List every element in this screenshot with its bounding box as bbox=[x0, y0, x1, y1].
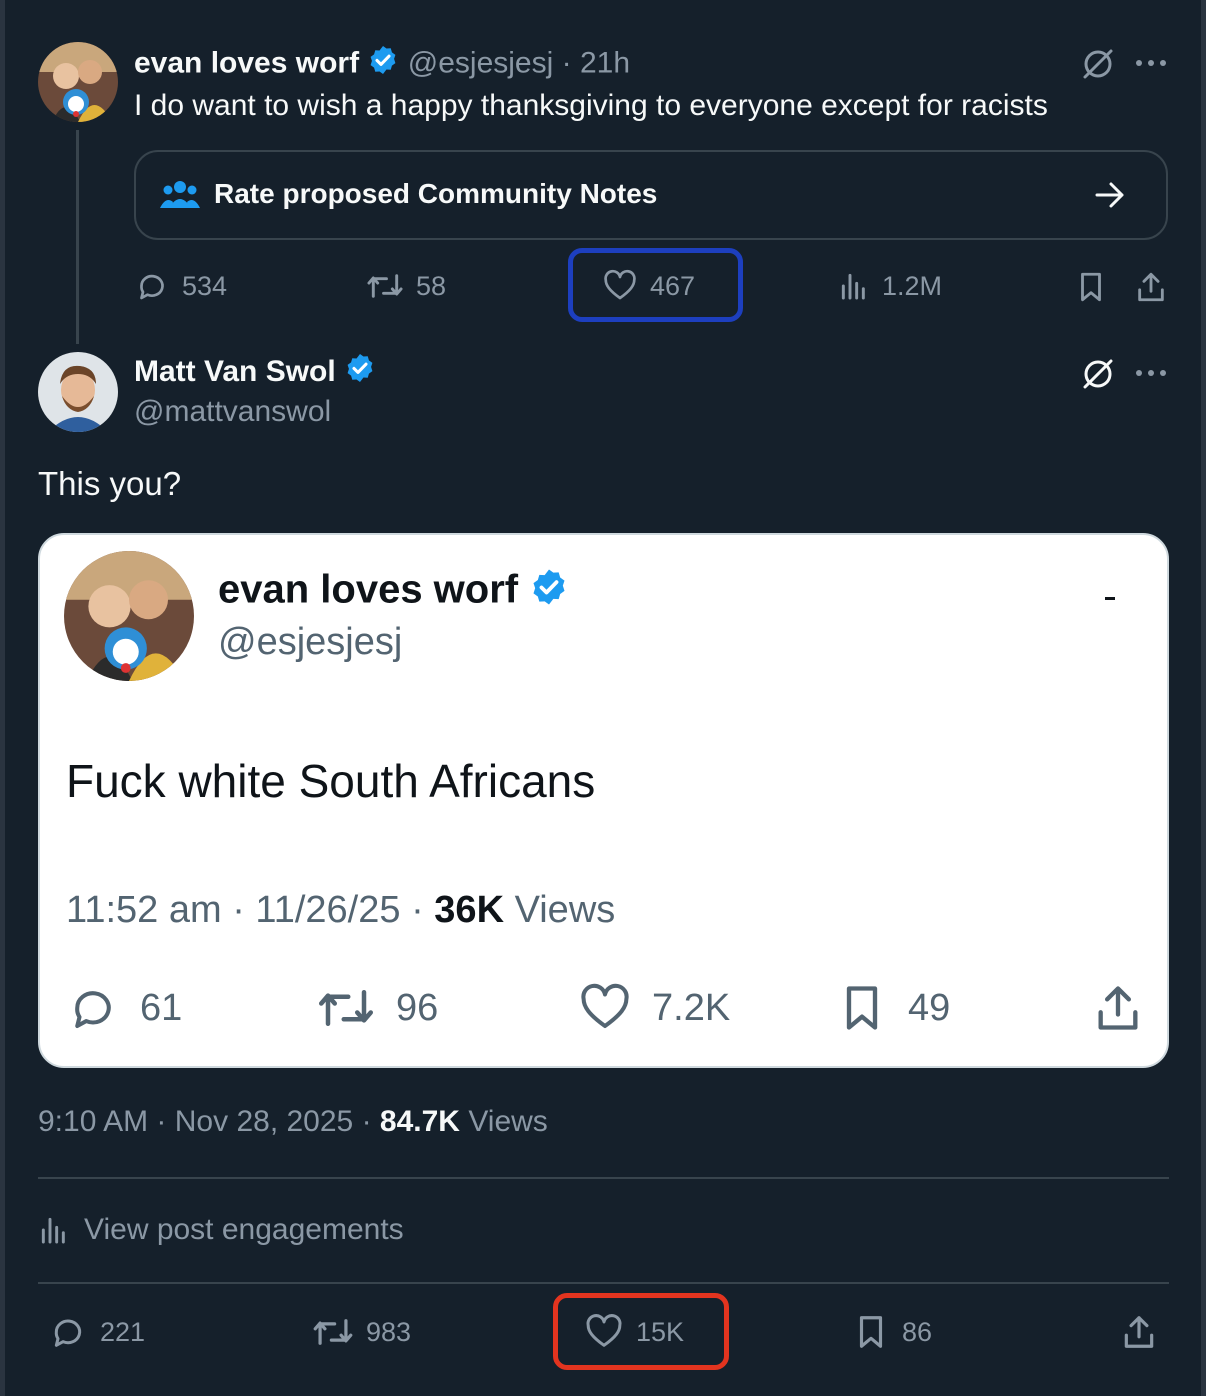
community-notes-button[interactable]: Rate proposed Community Notes bbox=[134, 150, 1168, 240]
view-engagements-link[interactable]: View post engagements bbox=[38, 1210, 404, 1250]
divider bbox=[38, 1282, 1169, 1284]
embedded-time: 11:52 am bbox=[66, 889, 222, 931]
tweet2-separator: · bbox=[156, 1105, 167, 1138]
tweet1-views-button[interactable]: 1.2M bbox=[838, 268, 942, 304]
like-highlight-box-blue bbox=[568, 248, 743, 322]
embedded-text: Fuck white South Africans bbox=[66, 755, 596, 807]
tweet1-separator: · bbox=[561, 46, 572, 80]
grok-icon[interactable] bbox=[1080, 46, 1116, 82]
tweet1-text: I do want to wish a happy thanksgiving t… bbox=[134, 89, 1048, 122]
arrow-right-icon bbox=[1095, 182, 1124, 208]
share-icon[interactable] bbox=[1134, 269, 1168, 305]
verified-badge-icon bbox=[367, 44, 399, 85]
repost-icon bbox=[319, 990, 373, 1026]
embedded-repost: 96 bbox=[316, 981, 438, 1035]
tweet2-views-label: Views bbox=[468, 1105, 548, 1138]
thread-connector-line bbox=[76, 130, 79, 344]
embedded-tweet-image[interactable]: evan loves worf @esjesjesj Fuck white So… bbox=[38, 533, 1169, 1068]
embedded-bookmark-count: 49 bbox=[908, 986, 951, 1029]
tweet2-date[interactable]: Nov 28, 2025 bbox=[175, 1105, 353, 1138]
views-icon bbox=[841, 273, 865, 300]
repost-icon bbox=[313, 1319, 353, 1345]
embedded-reply-count: 61 bbox=[140, 986, 183, 1029]
reply-icon bbox=[140, 274, 164, 300]
tweet2-reply-button[interactable]: 221 bbox=[48, 1312, 145, 1352]
tweet1-time[interactable]: 21h bbox=[580, 46, 630, 79]
tweet1-handle[interactable]: @esjesjesj bbox=[408, 46, 554, 79]
verified-badge-icon bbox=[529, 567, 569, 617]
embedded-meta: 11:52 am · 11/26/25 · 36K Views bbox=[66, 889, 615, 932]
bookmark-icon bbox=[846, 986, 878, 1030]
tweet2-bookmark-button[interactable]: 86 bbox=[852, 1312, 932, 1352]
reply-icon bbox=[54, 1319, 82, 1347]
embedded-separator: · bbox=[411, 889, 424, 931]
divider bbox=[38, 1177, 1169, 1179]
tweet1-author-name[interactable]: evan loves worf bbox=[134, 46, 359, 79]
tweet1-views-count: 1.2M bbox=[882, 270, 943, 301]
share-icon[interactable] bbox=[1120, 1312, 1158, 1352]
avatar-matt[interactable] bbox=[38, 352, 118, 432]
tweet2-views-count: 84.7K bbox=[379, 1105, 460, 1138]
avatar-evan[interactable] bbox=[38, 42, 118, 122]
embedded-views-count: 36K bbox=[434, 889, 505, 931]
views-icon bbox=[41, 1217, 65, 1244]
embedded-date: 11/26/25 bbox=[255, 889, 401, 931]
window-frame-left bbox=[0, 0, 5, 1396]
tweet1-repost-count: 58 bbox=[416, 270, 447, 301]
embedded-like-count: 7.2K bbox=[652, 986, 731, 1029]
more-icon[interactable] bbox=[1134, 368, 1168, 378]
tweet2-author: Matt Van Swol bbox=[134, 352, 376, 394]
community-notes-label: Rate proposed Community Notes bbox=[214, 178, 658, 209]
bookmark-icon[interactable] bbox=[1074, 269, 1108, 305]
embedded-bookmark: 49 bbox=[836, 981, 950, 1035]
bookmark-icon bbox=[859, 1316, 883, 1348]
reply-icon bbox=[75, 991, 111, 1029]
tweet1-header: evan loves worf @esjesjesj · 21h bbox=[134, 44, 630, 85]
tweet2-repost-count: 983 bbox=[366, 1316, 412, 1347]
view-engagements-label: View post engagements bbox=[84, 1213, 404, 1246]
repost-icon bbox=[367, 274, 403, 298]
tweet2-reply-count: 221 bbox=[100, 1316, 146, 1347]
embedded-reply: 61 bbox=[66, 981, 182, 1035]
tweet2-bookmark-count: 86 bbox=[902, 1316, 933, 1347]
embedded-avatar bbox=[64, 551, 194, 681]
tweet2-time[interactable]: 9:10 AM bbox=[38, 1105, 148, 1138]
embedded-like: 7.2K bbox=[578, 981, 730, 1035]
embedded-author: evan loves worf bbox=[218, 567, 569, 617]
tweet2-handle[interactable]: @mattvanswol bbox=[134, 393, 331, 431]
tweet2-repost-button[interactable]: 983 bbox=[312, 1312, 411, 1352]
share-icon bbox=[1098, 986, 1138, 1030]
embedded-handle: @esjesjesj bbox=[218, 621, 403, 663]
embedded-mark bbox=[1105, 597, 1115, 600]
embedded-repost-count: 96 bbox=[396, 986, 439, 1029]
embedded-views-label: Views bbox=[514, 889, 616, 931]
verified-badge-icon bbox=[344, 352, 376, 394]
tweet2-text: This you? bbox=[38, 465, 182, 502]
tweet2-separator: · bbox=[361, 1105, 372, 1138]
more-icon[interactable] bbox=[1134, 58, 1168, 68]
like-icon bbox=[581, 983, 629, 1029]
grok-icon[interactable] bbox=[1080, 356, 1116, 392]
embedded-author-name: evan loves worf bbox=[218, 567, 519, 612]
community-notes-icon bbox=[160, 181, 200, 208]
like-highlight-box-red bbox=[553, 1293, 729, 1370]
tweet2-meta: 9:10 AM · Nov 28, 2025 · 84.7K Views bbox=[38, 1103, 548, 1141]
tweet1-repost-button[interactable]: 58 bbox=[366, 268, 446, 304]
tweet2-author-name[interactable]: Matt Van Swol bbox=[134, 355, 336, 388]
tweet1-reply-count: 534 bbox=[182, 270, 228, 301]
window-frame-right bbox=[1201, 0, 1206, 1396]
embedded-separator: · bbox=[232, 889, 245, 931]
tweet1-reply-button[interactable]: 534 bbox=[134, 268, 227, 304]
